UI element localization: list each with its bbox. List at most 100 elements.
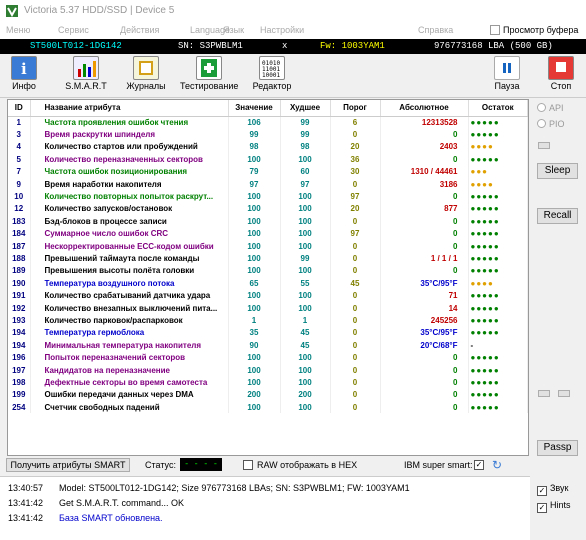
smart-row[interactable]: 197 Кандидатов на переназначение 100 100 0 0 ●…	[8, 363, 528, 377]
stop-icon	[548, 56, 574, 80]
log-entry: 13:41:42 Get S.M.A.R.T. command... OK	[8, 498, 184, 508]
row-name: Количество парковок/распарковок	[30, 314, 229, 327]
smart-row[interactable]: 192 Количество внезапных выключений пита.…	[8, 301, 528, 315]
smart-table: ID Название атрибута Значение Худшее Пор…	[8, 100, 528, 414]
smart-row[interactable]: 184 Суммарное число ошибок CRC 100 100 97 0 ●●…	[8, 227, 528, 240]
pio-radio[interactable]: PIO	[537, 119, 565, 129]
row-status: ●●●●●	[468, 116, 528, 129]
header-id[interactable]: ID	[8, 100, 31, 117]
row-worst: 100	[280, 376, 331, 389]
log-panel[interactable]: 13:40:57 Model: ST500LT012-1DG142; Size 9…	[0, 476, 530, 540]
row-threshold: 0	[330, 128, 381, 141]
title-bar: Victoria 5.37 HDD/SSD | Device 5	[0, 0, 586, 22]
smart-row[interactable]: 9 Время наработки накопителя 97 97 0 3186 ●●●●	[8, 177, 528, 191]
header-threshold[interactable]: Порог	[330, 100, 381, 117]
pause-button[interactable]: Пауза	[490, 56, 524, 96]
view-buffer-checkbox[interactable]	[490, 25, 500, 35]
header-status[interactable]: Остаток	[468, 100, 528, 117]
smart-row[interactable]: 191 Количество срабатываний датчика удара…	[8, 289, 528, 302]
row-raw: 877	[380, 202, 469, 216]
log-text: Model: ST500LT012-1DG142; Size 976773168…	[59, 483, 410, 493]
smart-row[interactable]: 5 Количество переназначенных секторов 100 1…	[8, 153, 528, 166]
smart-row[interactable]: 10 Количество повторных попыток раскрут..…	[8, 190, 528, 203]
stop-label: Стоп	[550, 81, 572, 91]
editor-button[interactable]: 01010 11001 10001 Редактор	[248, 56, 296, 96]
smart-row[interactable]: 196 Попыток переназначений секторов 100 100…	[8, 351, 528, 364]
log-text: База SMART обновлена.	[59, 513, 163, 523]
passp-button[interactable]: Passp	[537, 440, 578, 456]
row-value: 200	[228, 388, 281, 401]
row-name: Превышения высоты полёта головки	[30, 264, 229, 278]
smart-row[interactable]: 199 Ошибки передачи данных через DMA 200 20…	[8, 388, 528, 401]
row-worst: 97	[280, 177, 331, 191]
smart-row[interactable]: 189 Превышения высоты полёта головки 100 10…	[8, 264, 528, 278]
raw-hex-checkbox[interactable]	[243, 460, 253, 470]
row-name: Нескорректированные ECC-кодом ошибки	[30, 239, 229, 253]
row-status: ●●●	[468, 165, 528, 178]
stop-button[interactable]: Стоп	[544, 56, 578, 96]
smart-row[interactable]: 183 Бэд-блоков в процессе записи 100 100 0 0 ●…	[8, 215, 528, 228]
header-name[interactable]: Название атрибута	[30, 100, 229, 117]
smart-row[interactable]: 188 Превышений таймаута после команды 100 9…	[8, 252, 528, 265]
menu-item-service[interactable]: Сервис	[58, 25, 89, 35]
row-status: ●●●●●	[468, 301, 528, 315]
row-name: Количество срабатываний датчика удара	[30, 289, 229, 302]
header-value[interactable]: Значение	[228, 100, 281, 117]
get-smart-button[interactable]: Получить атрибуты SMART	[6, 458, 130, 472]
smart-row[interactable]: 198 Дефектные секторы во время самотеста 1…	[8, 376, 528, 389]
sleep-button[interactable]: Sleep	[537, 163, 578, 179]
row-status: ●●●●●	[468, 215, 528, 228]
smart-row[interactable]: 193 Количество парковок/распарковок 1 1 0 245…	[8, 314, 528, 327]
row-status: ●●●●●	[468, 153, 528, 166]
row-worst: 100	[280, 264, 331, 278]
device-capacity: 976773168 LBA (500 GB)	[434, 41, 553, 51]
menu-item-menu[interactable]: Меню	[6, 25, 30, 35]
small-button-3[interactable]	[558, 390, 570, 397]
testing-button[interactable]: Тестирование	[180, 56, 238, 96]
header-worst[interactable]: Худшее	[280, 100, 331, 117]
api-radio[interactable]: API	[537, 103, 564, 113]
row-value: 100	[228, 202, 281, 216]
menu-item-actions[interactable]: Действия	[120, 25, 159, 35]
row-threshold: 0	[330, 264, 381, 278]
small-button-1[interactable]	[538, 142, 550, 149]
small-button-2[interactable]	[538, 390, 550, 397]
row-name: Количество запусков/остановок	[30, 202, 229, 216]
smart-row[interactable]: 1 Частота проявления ошибок чтения 106 99 6 1…	[8, 116, 528, 129]
smart-row[interactable]: 7 Частота ошибок позиционирования 79 60 30 13…	[8, 165, 528, 178]
smart-row[interactable]: 3 Время раскрутки шпинделя 99 99 0 0 ●●●●●	[8, 128, 528, 141]
row-threshold: 0	[330, 339, 381, 352]
row-threshold: 0	[330, 351, 381, 364]
sound-option[interactable]: ✓ Звук	[537, 483, 568, 496]
smart-row[interactable]: 254 Счетчик свободных падений 100 100 0 0 ●●●●…	[8, 400, 528, 414]
row-id: 193	[8, 314, 31, 327]
menu-item-help[interactable]: Справка	[418, 25, 453, 35]
smart-row[interactable]: 4 Количество стартов или пробуждений 98 98 2…	[8, 140, 528, 154]
smart-row[interactable]: 194 Температура гермоблока 35 45 0 35°C/95°F ●…	[8, 326, 528, 340]
sound-checkbox[interactable]: ✓	[537, 486, 547, 496]
smart-button[interactable]: S.M.A.R.T	[64, 56, 108, 96]
row-value: 100	[228, 301, 281, 315]
smart-row[interactable]: 190 Температура воздушного потока 65 55 45 35…	[8, 277, 528, 290]
recall-button[interactable]: Recall	[537, 208, 578, 224]
hints-checkbox[interactable]: ✓	[537, 503, 547, 513]
reload-icon[interactable]: ↻	[492, 458, 502, 472]
hints-option[interactable]: ✓ Hints	[537, 500, 571, 513]
row-status: ●●●●●	[468, 400, 528, 414]
smart-row[interactable]: 194 Минимальная температура накопителя 90 4…	[8, 339, 528, 352]
menu-item-settings[interactable]: Настройки	[260, 25, 304, 35]
row-id: 4	[8, 140, 31, 154]
smart-row[interactable]: 187 Нескорректированные ECC-кодом ошибки 1…	[8, 239, 528, 253]
row-name: Время наработки накопителя	[30, 177, 229, 191]
info-button[interactable]: i Инфо	[6, 56, 42, 96]
row-name: Время раскрутки шпинделя	[30, 128, 229, 141]
header-raw[interactable]: Абсолютное	[380, 100, 469, 117]
row-status: ●●●●●	[468, 227, 528, 240]
smart-row[interactable]: 12 Количество запусков/остановок 100 100 20 8…	[8, 202, 528, 216]
device-close[interactable]: x	[282, 41, 287, 51]
ibm-super-smart-checkbox[interactable]: ✓	[474, 460, 484, 470]
smart-attributes-grid[interactable]: ID Название атрибута Значение Худшее Пор…	[7, 99, 529, 456]
menu-item-language[interactable]: Language	[190, 25, 230, 35]
journals-button[interactable]: Журналы	[124, 56, 168, 96]
row-value: 97	[228, 177, 281, 191]
